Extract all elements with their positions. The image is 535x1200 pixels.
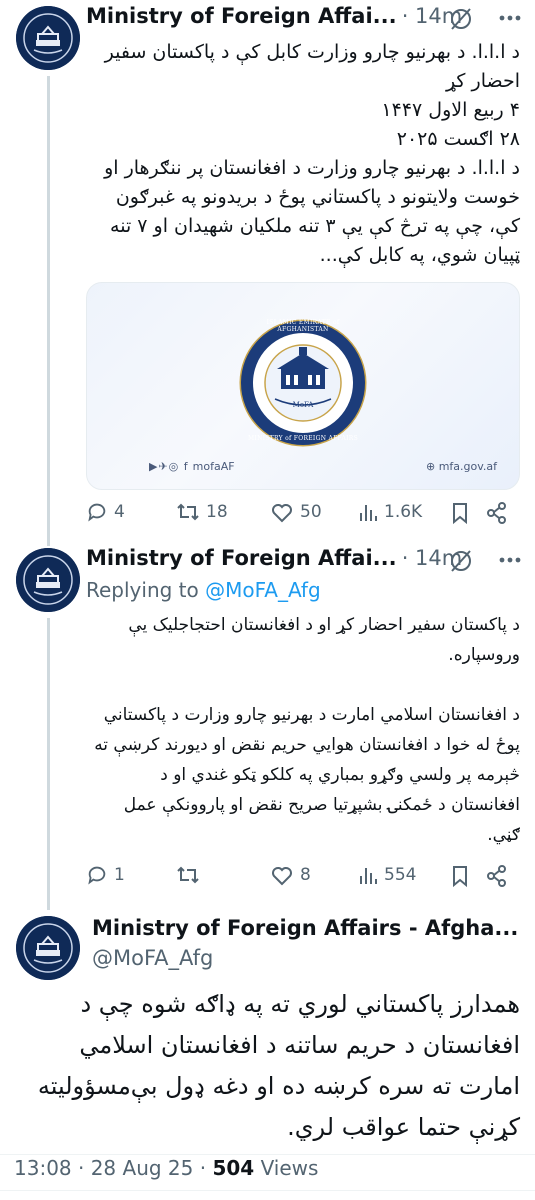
- text-paragraph: د ا.ا.ا. د بهرنيو چارو وزارت کابل کې د پ…: [104, 41, 520, 92]
- views-label: Views: [260, 1156, 319, 1180]
- seal-bottom-text: MINISTRY of FOREIGN AFFAIRS: [247, 435, 359, 442]
- views-button[interactable]: 554: [358, 864, 416, 886]
- tweet-text: همدارز پاکستاني لوري ته په ډاګه شوه چې د…: [16, 984, 520, 1148]
- tweet-text: د ا.ا.ا. د بهرنيو چارو وزارت کابل کې د پ…: [86, 38, 520, 270]
- like-icon: [272, 504, 292, 523]
- divider: [0, 1190, 535, 1191]
- card-website: ⊕ mfa.gov.af: [426, 460, 497, 473]
- tweet-text: د پاکستان سفير احضار کړ او د افغانستان ا…: [86, 610, 520, 850]
- repost-icon: [177, 866, 199, 884]
- reply-button[interactable]: 1: [86, 864, 125, 886]
- action-bar: 4 18 50 1.6K: [86, 501, 506, 531]
- dot-separator: ·: [401, 4, 416, 28]
- reply-icon: [88, 503, 106, 522]
- views-count: 554: [384, 865, 417, 885]
- tweet-header: Ministry of Foreign Affai... · 14m: [86, 546, 462, 570]
- seal-center-text: MoFA: [292, 401, 314, 409]
- text-paragraph: ۲۸ اګست ۲۰۲۵: [396, 128, 520, 150]
- like-count: 50: [300, 502, 322, 522]
- social-icons: ▶✈◎ f: [149, 460, 189, 473]
- bookmark-icon[interactable]: [450, 501, 470, 525]
- views-count: 1.6K: [384, 502, 423, 522]
- grok-icon[interactable]: [448, 6, 474, 32]
- repost-button[interactable]: [176, 864, 206, 886]
- emblem-icon: [16, 548, 80, 612]
- text-paragraph: همدارز پاکستاني لوري ته په ډاګه شوه چې د…: [37, 990, 520, 1141]
- action-bar: 1 8 554: [86, 864, 506, 894]
- more-icon[interactable]: [498, 556, 522, 564]
- divider: [0, 1154, 535, 1155]
- repost-button[interactable]: 18: [176, 501, 228, 523]
- like-icon: [272, 867, 292, 886]
- views-total: 504: [212, 1156, 255, 1180]
- reply-count: 4: [114, 502, 125, 522]
- avatar[interactable]: [16, 916, 80, 980]
- emblem-icon: [16, 916, 80, 980]
- thread-line: [47, 540, 50, 546]
- like-button[interactable]: 8: [270, 864, 311, 886]
- share-icon[interactable]: [486, 864, 508, 888]
- tweet-header: Ministry of Foreign Affai... · 14m: [86, 4, 462, 28]
- post-timestamp[interactable]: 13:08 · 28 Aug 25 ·: [14, 1156, 206, 1180]
- card-social-handles: ▶✈◎ f mofaAF: [149, 460, 235, 473]
- views-icon: [360, 505, 377, 521]
- emblem-icon: [16, 6, 80, 70]
- text-paragraph: ۴ ربيع الاول ۱۴۴۷: [381, 99, 520, 121]
- tweet-header: Ministry of Foreign Affairs - Afgha...: [92, 916, 518, 940]
- reply-count: 1: [114, 865, 125, 885]
- reply-button[interactable]: 4: [86, 501, 125, 523]
- avatar[interactable]: [16, 6, 80, 70]
- website-text: mfa.gov.af: [438, 460, 497, 473]
- author-name[interactable]: Ministry of Foreign Affai...: [86, 546, 397, 570]
- social-handle: mofaAF: [192, 460, 235, 473]
- text-paragraph: د پاکستان سفير احضار کړ او د افغانستان ا…: [128, 615, 520, 665]
- tweet-2[interactable]: Ministry of Foreign Affai... · 14m Reply…: [0, 540, 535, 904]
- reply-icon: [88, 866, 106, 885]
- repost-icon: [177, 503, 199, 521]
- tweet-1[interactable]: Ministry of Foreign Affai... · 14m د ا.ا…: [0, 0, 535, 546]
- link-card[interactable]: ISLAMIC EMIRATE of AFGHANISTAN MoFA MINI…: [86, 282, 520, 490]
- text-paragraph: د ا.ا.ا. د بهرنيو چارو وزارت د افغانستان…: [104, 157, 520, 266]
- text-paragraph: د افغانستان اسلامي امارت د بهرنيو چارو و…: [94, 705, 520, 845]
- avatar[interactable]: [16, 548, 80, 612]
- author-name[interactable]: Ministry of Foreign Affairs - Afgha...: [92, 916, 518, 940]
- replying-to: Replying to @MoFA_Afg: [86, 578, 321, 602]
- thread-line: [47, 904, 50, 910]
- views-button[interactable]: 1.6K: [358, 501, 422, 523]
- seal-top-text: ISLAMIC EMIRATE of AFGHANISTAN: [266, 319, 340, 333]
- bookmark-icon[interactable]: [450, 864, 470, 888]
- globe-icon: ⊕: [425, 460, 436, 473]
- repost-count: 18: [206, 502, 228, 522]
- views-icon: [360, 868, 377, 884]
- tweet-footer: 13:08 · 28 Aug 25 · 504 Views: [14, 1156, 318, 1180]
- share-icon[interactable]: [486, 501, 508, 525]
- replying-label: Replying to: [86, 578, 199, 602]
- thread-line: [47, 618, 50, 904]
- thread-line: [47, 76, 50, 546]
- like-count: 8: [300, 865, 311, 885]
- author-handle[interactable]: @MoFA_Afg: [92, 946, 213, 970]
- more-icon[interactable]: [498, 14, 522, 22]
- mofa-seal: [239, 319, 367, 447]
- like-button[interactable]: 50: [270, 501, 322, 523]
- dot-separator: ·: [401, 546, 416, 570]
- grok-icon[interactable]: [448, 548, 474, 574]
- replying-handle[interactable]: @MoFA_Afg: [205, 578, 321, 602]
- author-name[interactable]: Ministry of Foreign Affai...: [86, 4, 397, 28]
